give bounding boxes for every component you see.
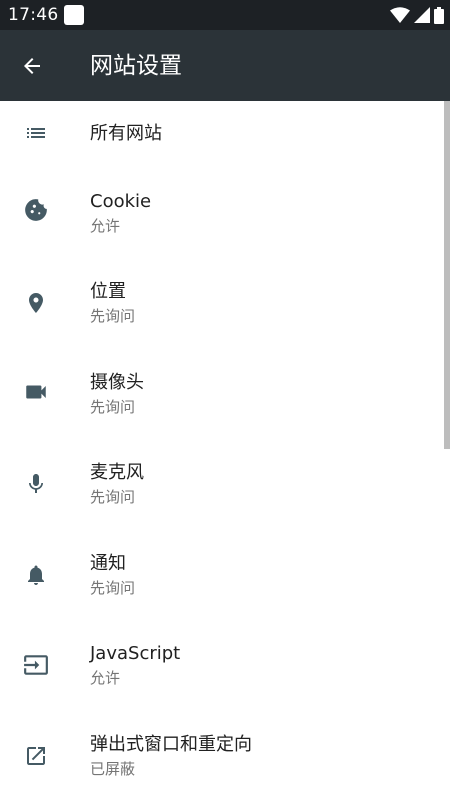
list-icon — [22, 119, 50, 147]
notification-square-icon — [64, 5, 84, 25]
item-title: 弹出式窗口和重定向 — [90, 734, 252, 755]
list-item-javascript[interactable]: JavaScript 允许 — [0, 629, 444, 715]
arrow-back-icon — [24, 58, 40, 74]
item-subtitle: 已屏蔽 — [90, 760, 136, 778]
list-item-microphone[interactable]: 麦克风 先询问 — [0, 448, 444, 534]
item-title: JavaScript — [90, 643, 181, 664]
status-time: 17:46 — [8, 5, 59, 25]
item-subtitle: 允许 — [90, 217, 121, 235]
scrollbar[interactable] — [444, 101, 450, 449]
item-subtitle: 允许 — [90, 669, 121, 687]
item-subtitle: 先询问 — [90, 307, 136, 325]
status-icons — [390, 6, 444, 24]
item-title: 摄像头 — [90, 372, 144, 393]
page-title: 网站设置 — [90, 53, 182, 79]
list-item-popups[interactable]: 弹出式窗口和重定向 已屏蔽 — [0, 720, 444, 800]
status-bar: 17:46 — [0, 0, 450, 30]
popup-icon — [22, 742, 50, 770]
list-item-camera[interactable]: 摄像头 先询问 — [0, 358, 444, 444]
list-item-notifications[interactable]: 通知 先询问 — [0, 539, 444, 625]
cookie-icon — [22, 196, 50, 224]
signal-icon — [414, 7, 430, 23]
item-subtitle: 先询问 — [90, 488, 136, 506]
list-item-all-sites[interactable]: 所有网站 — [0, 101, 444, 167]
location-icon — [22, 289, 50, 317]
list-item-location[interactable]: 位置 先询问 — [0, 267, 444, 353]
wifi-icon — [390, 7, 410, 23]
microphone-icon — [22, 470, 50, 498]
battery-icon — [434, 6, 444, 24]
app-bar: 网站设置 — [0, 30, 450, 101]
item-title: 位置 — [90, 281, 126, 302]
item-title: 麦克风 — [90, 462, 144, 483]
back-button[interactable] — [18, 52, 46, 80]
item-title: 通知 — [90, 553, 126, 574]
item-subtitle: 先询问 — [90, 579, 136, 597]
item-title: Cookie — [90, 191, 152, 212]
item-title: 所有网站 — [90, 123, 162, 144]
list-item-cookie[interactable]: Cookie 允许 — [0, 177, 444, 263]
bell-icon — [22, 561, 50, 589]
item-subtitle: 先询问 — [90, 398, 136, 416]
camera-icon — [22, 378, 50, 406]
javascript-icon — [22, 651, 50, 679]
